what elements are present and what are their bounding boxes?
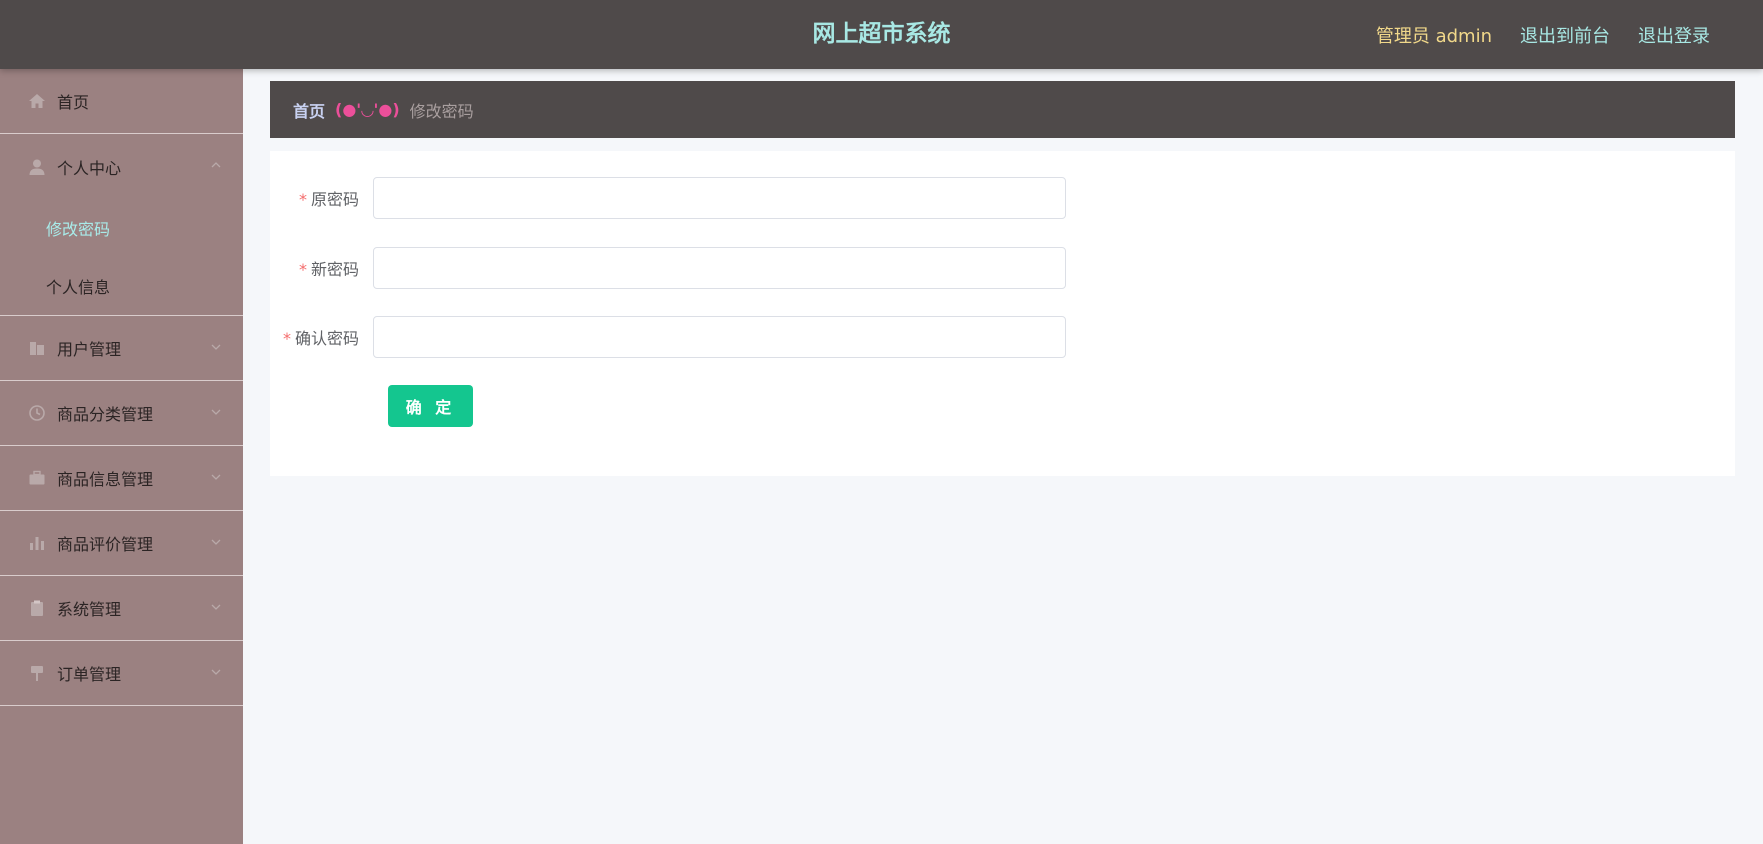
clock-icon	[28, 404, 46, 422]
submit-button[interactable]: 确 定	[388, 385, 473, 427]
sidebar-item-label: 商品评价管理	[57, 535, 154, 554]
exit-to-front-link[interactable]: 退出到前台	[1520, 22, 1610, 48]
sidebar-item-label: 商品分类管理	[57, 405, 154, 424]
sidebar-item-home[interactable]: 首页	[0, 69, 243, 134]
sidebar-item-label: 首页	[57, 93, 90, 112]
form-row-old-password: * 原密码	[270, 177, 1735, 219]
breadcrumb-current: 修改密码	[409, 101, 474, 121]
confirm-password-input[interactable]	[373, 316, 1066, 358]
top-right-actions: 管理员 admin 退出到前台 退出登录	[1376, 0, 1710, 69]
old-password-label: * 原密码	[270, 186, 373, 210]
breadcrumb: 首页 (●'◡'●) 修改密码	[270, 81, 1735, 138]
clipboard-icon	[28, 599, 46, 617]
sidebar-item-user-management[interactable]: 用户管理	[0, 316, 243, 381]
breadcrumb-home-link[interactable]: 首页	[293, 98, 325, 122]
change-password-form: * 原密码 * 新密码 * 确认密码 确 定	[270, 151, 1735, 476]
sidebar-item-order-management[interactable]: 订单管理	[0, 641, 243, 706]
sidebar-item-product-info-management[interactable]: 商品信息管理	[0, 446, 243, 511]
sidebar-item-label: 订单管理	[57, 665, 122, 684]
building-icon	[28, 339, 46, 357]
sidebar-submenu-personal: 个人中心 修改密码 个人信息	[0, 134, 243, 316]
pin-icon	[28, 664, 46, 682]
sidebar-item-label: 用户管理	[57, 340, 122, 359]
form-row-confirm-password: * 确认密码	[270, 316, 1735, 358]
form-row-new-password: * 新密码	[270, 247, 1735, 289]
briefcase-icon	[28, 469, 46, 487]
chevron-down-icon	[211, 604, 221, 610]
required-star: *	[282, 329, 291, 348]
field-label-text: 确认密码	[294, 329, 359, 348]
sidebar-item-label: 个人中心	[57, 158, 122, 178]
sidebar-item-personal-center[interactable]: 个人中心	[0, 134, 243, 199]
sidebar-item-review-management[interactable]: 商品评价管理	[0, 511, 243, 576]
sidebar-subitem-personal-info[interactable]: 个人信息	[0, 257, 243, 315]
chevron-up-icon	[211, 162, 221, 168]
chevron-down-icon	[211, 669, 221, 675]
home-icon	[28, 92, 46, 110]
field-label-text: 新密码	[310, 260, 359, 279]
sidebar: 首页 个人中心 修改密码 个人信息 用户管理 商品分类管理 商品信息管理 商品评…	[0, 69, 243, 844]
user-icon	[28, 158, 46, 176]
chevron-down-icon	[211, 409, 221, 415]
required-star: *	[298, 260, 307, 279]
confirm-password-label: * 确认密码	[270, 325, 373, 349]
current-user-label: 管理员 admin	[1375, 25, 1492, 47]
chevron-down-icon	[211, 539, 221, 545]
required-star: *	[298, 190, 307, 209]
new-password-input[interactable]	[373, 247, 1066, 289]
logout-link[interactable]: 退出登录	[1638, 22, 1710, 48]
top-navbar: 网上超市系统 管理员 admin 退出到前台 退出登录	[0, 0, 1763, 69]
breadcrumb-separator: (●'◡'●)	[335, 100, 400, 119]
chevron-down-icon	[211, 344, 221, 350]
field-label-text: 原密码	[310, 190, 359, 209]
bar-chart-icon	[28, 534, 46, 552]
sidebar-item-label: 商品信息管理	[57, 470, 154, 489]
sidebar-item-label: 系统管理	[57, 600, 122, 619]
new-password-label: * 新密码	[270, 256, 373, 280]
old-password-input[interactable]	[373, 177, 1066, 219]
sidebar-subitem-change-password[interactable]: 修改密码	[0, 199, 243, 257]
sidebar-item-system-management[interactable]: 系统管理	[0, 576, 243, 641]
sidebar-item-category-management[interactable]: 商品分类管理	[0, 381, 243, 446]
chevron-down-icon	[211, 474, 221, 480]
